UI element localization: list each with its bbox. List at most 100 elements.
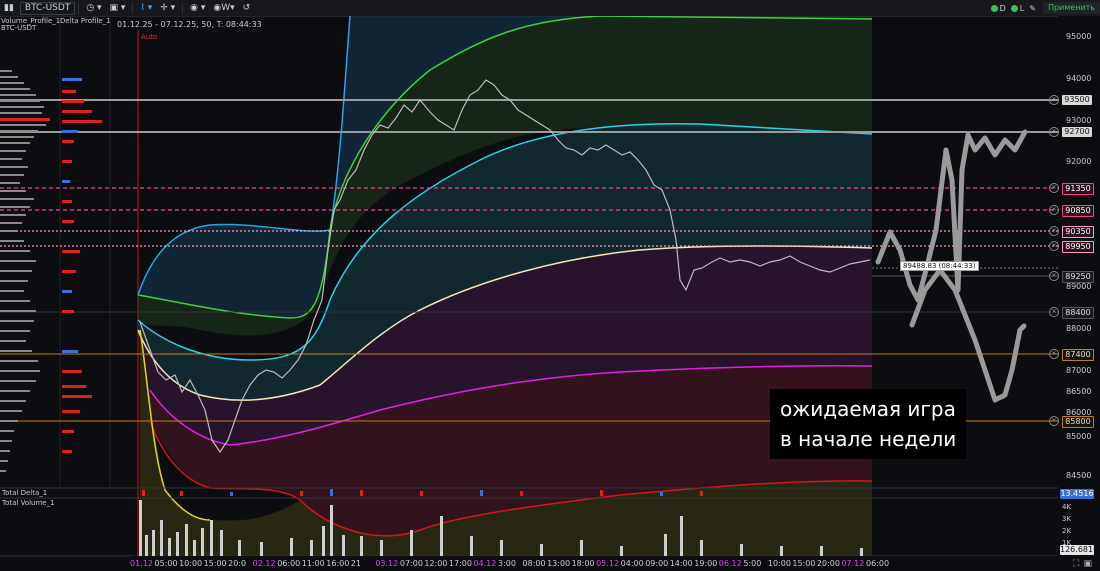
time-axis-date-label: 04.12 bbox=[473, 559, 497, 568]
chevron-down-icon: ▾ bbox=[230, 3, 235, 13]
visibility-button[interactable]: ◉ ▾ bbox=[186, 0, 209, 16]
divider bbox=[132, 2, 134, 14]
price-tick: 84500 bbox=[1066, 471, 1092, 480]
level-badge-93500[interactable]: 93500 bbox=[1062, 95, 1092, 105]
clock-icon: ◷ ▾ bbox=[86, 3, 102, 13]
crosshair-button[interactable]: ✛ ▾ bbox=[156, 0, 179, 16]
status-dot-icon bbox=[990, 4, 998, 12]
volume-tick: 4K bbox=[1062, 503, 1072, 511]
line-chart-icon: ⌇ ▾ bbox=[140, 3, 153, 13]
crosshair-icon: ✛ ▾ bbox=[160, 3, 176, 13]
level-badge-89250[interactable]: 89250 bbox=[1062, 271, 1094, 283]
time-axis-time-label: 5:00 bbox=[743, 559, 762, 568]
price-tick: 88000 bbox=[1066, 324, 1092, 333]
remove-level-icon[interactable]: × bbox=[1049, 226, 1059, 236]
chart-style-button[interactable]: ⌇ ▾ bbox=[136, 0, 156, 16]
time-axis-time-label: 15:00 bbox=[203, 559, 227, 568]
time-axis-date-label: 02.12 bbox=[252, 559, 276, 568]
price-tick: 95000 bbox=[1066, 32, 1092, 41]
interval-label: W bbox=[221, 3, 231, 13]
remove-level-icon[interactable]: × bbox=[1049, 241, 1059, 251]
divider bbox=[182, 2, 184, 14]
remove-level-icon[interactable]: × bbox=[1049, 349, 1059, 359]
volume-profile-histogram bbox=[0, 70, 50, 472]
interval-visibility-button[interactable]: ◉ W ▾ bbox=[209, 0, 238, 16]
time-axis-time-label: 10:00 bbox=[767, 559, 791, 568]
remove-level-icon[interactable]: × bbox=[1049, 95, 1059, 105]
undo-icon: ↺ bbox=[242, 3, 251, 13]
annotation-line-1: ожидаемая игра bbox=[780, 397, 956, 421]
remove-level-icon[interactable]: × bbox=[1049, 127, 1059, 137]
undo-button[interactable]: ↺ bbox=[239, 0, 255, 16]
time-axis-time-label: 16:00 bbox=[326, 559, 350, 568]
level-badge-89950[interactable]: 89950 bbox=[1062, 241, 1094, 253]
indicator-l-label: L bbox=[1019, 3, 1025, 13]
forecast-scribble bbox=[875, 132, 971, 303]
time-axis-time-label: 04:00 bbox=[620, 559, 644, 568]
top-toolbar: ▮▮ BTC-USDT ◷ ▾ ▣ ▾ ⌇ ▾ ✛ ▾ ◉ ▾ ◉ W ▾ ↺ … bbox=[0, 0, 1100, 17]
price-tick: 94000 bbox=[1066, 74, 1092, 83]
level-badge-85800[interactable]: 85800 bbox=[1062, 416, 1094, 428]
divider bbox=[78, 2, 80, 14]
bottom-toolbar: ⛶▣ bbox=[1073, 559, 1096, 569]
price-tick: 85000 bbox=[1066, 432, 1092, 441]
apply-button[interactable]: Применить bbox=[1042, 2, 1100, 14]
price-tick: 93000 bbox=[1066, 116, 1092, 125]
time-axis-time-label: 07:00 bbox=[399, 559, 423, 568]
total-volume-label[interactable]: Total Volume_1 bbox=[2, 499, 55, 507]
level-badge-90850[interactable]: 90850 bbox=[1062, 205, 1094, 217]
calendar-button[interactable]: ▣ ▾ bbox=[106, 0, 130, 16]
time-axis-time-label: 17:00 bbox=[448, 559, 472, 568]
toolbar-right: D L ✎ Применить bbox=[990, 0, 1100, 16]
price-tick: 92000 bbox=[1066, 157, 1092, 166]
price-chart[interactable] bbox=[0, 16, 1058, 571]
range-info: 01.12.25 - 07.12.25, 50, T: 08:44:33 bbox=[117, 20, 262, 29]
time-axis-time-label: 20:00 bbox=[816, 559, 840, 568]
level-badge-90350[interactable]: 90350 bbox=[1062, 226, 1094, 238]
remove-level-icon[interactable]: × bbox=[1049, 307, 1059, 317]
remove-level-icon[interactable]: × bbox=[1049, 271, 1059, 281]
timeframe-button[interactable]: ◷ ▾ bbox=[82, 0, 105, 16]
level-badge-91350[interactable]: 91350 bbox=[1062, 183, 1094, 195]
time-axis-time-label: 19:00 bbox=[694, 559, 718, 568]
expand-icon[interactable]: ⛶ bbox=[1073, 559, 1083, 569]
level-badge-87400[interactable]: 87400 bbox=[1062, 349, 1094, 361]
fit-icon[interactable]: ▣ bbox=[1083, 559, 1096, 569]
delta-profile-label[interactable]: Delta Profile_1 bbox=[60, 17, 111, 25]
chart-type-menu[interactable]: ▮▮ bbox=[0, 0, 18, 16]
auto-label: Auto bbox=[141, 33, 158, 41]
time-axis-date-label: 07.12 bbox=[841, 559, 865, 568]
time-axis-time-label: 10:00 bbox=[179, 559, 203, 568]
remove-level-icon[interactable]: × bbox=[1049, 416, 1059, 426]
time-axis-date-label: 06.12 bbox=[718, 559, 742, 568]
time-axis-time-label: 14:00 bbox=[669, 559, 693, 568]
time-axis-date-label: 03.12 bbox=[375, 559, 399, 568]
symbol-selector[interactable]: BTC-USDT bbox=[19, 1, 76, 15]
forecast-scribble-top bbox=[965, 129, 1028, 158]
price-tick: 86500 bbox=[1066, 387, 1092, 396]
remove-level-icon[interactable]: × bbox=[1049, 205, 1059, 215]
time-axis-time-label: 08:00 bbox=[522, 559, 546, 568]
time-axis-time-label: 06:00 bbox=[277, 559, 301, 568]
volume-tick: 2K bbox=[1062, 527, 1072, 535]
eye-icon: ◉ bbox=[213, 3, 222, 13]
time-axis-time-label: 13:00 bbox=[547, 559, 571, 568]
time-axis-time-label: 20:0 bbox=[228, 559, 247, 568]
pencil-icon[interactable]: ✎ bbox=[1029, 4, 1036, 13]
bars-icon: ▮▮ bbox=[4, 3, 14, 13]
eye-icon: ◉ ▾ bbox=[190, 3, 206, 13]
calendar-icon: ▣ ▾ bbox=[109, 3, 126, 13]
annotation-line-2: в начале недели bbox=[780, 427, 957, 451]
level-badge-88400[interactable]: 88400 bbox=[1062, 307, 1094, 319]
remove-level-icon[interactable]: × bbox=[1049, 183, 1059, 193]
status-dot-icon bbox=[1010, 4, 1018, 12]
total-delta-label[interactable]: Total Delta_1 bbox=[2, 489, 47, 497]
price-tick: 89000 bbox=[1066, 282, 1092, 291]
annotation-box: ожидаемая игра в начале недели bbox=[770, 389, 966, 459]
delta-profile-histogram bbox=[62, 78, 102, 453]
time-axis-time-label: 05:00 bbox=[154, 559, 178, 568]
time-axis-date-label: 01.12 bbox=[130, 559, 153, 568]
last-price-label: 89488.83 (08:44:33) bbox=[900, 261, 979, 271]
time-axis[interactable]: 01.12 05:00 10:00 15:00 20:0 02.12 06:00 11:00 1… bbox=[130, 556, 1058, 571]
level-badge-92700[interactable]: 92700 bbox=[1062, 127, 1092, 137]
